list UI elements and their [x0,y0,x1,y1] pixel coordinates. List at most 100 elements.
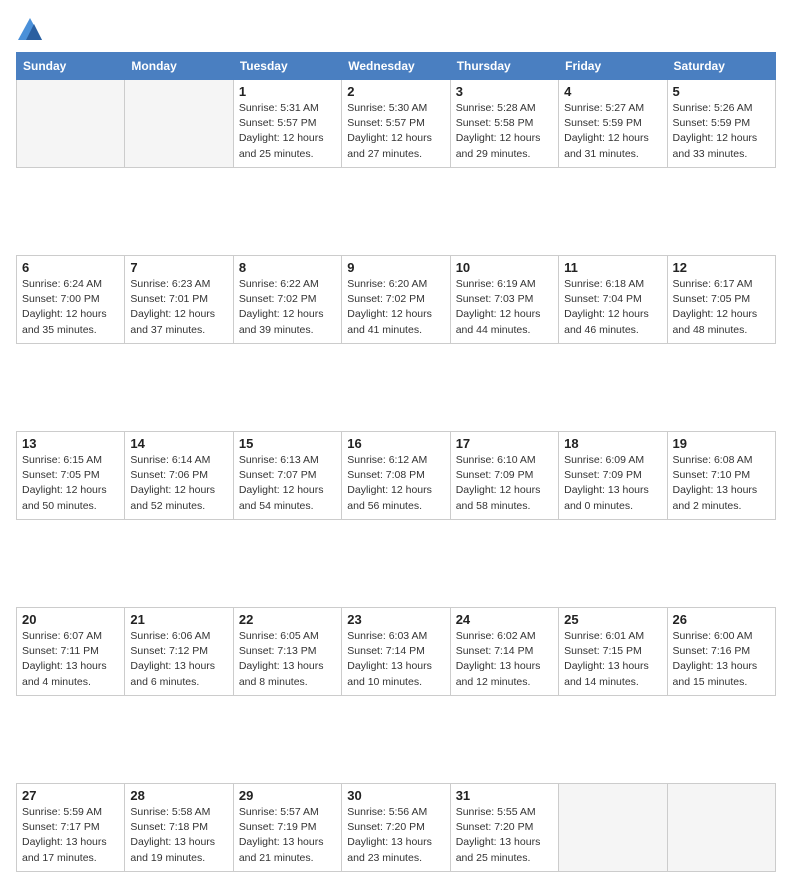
day-number: 18 [564,436,661,451]
day-number: 28 [130,788,227,803]
day-info: Sunrise: 6:05 AM Sunset: 7:13 PM Dayligh… [239,629,336,690]
day-info: Sunrise: 5:56 AM Sunset: 7:20 PM Dayligh… [347,805,444,866]
day-info: Sunrise: 5:31 AM Sunset: 5:57 PM Dayligh… [239,101,336,162]
calendar-week-row: 20 Sunrise: 6:07 AM Sunset: 7:11 PM Dayli… [17,608,776,696]
calendar-cell: 29 Sunrise: 5:57 AM Sunset: 7:19 PM Dayli… [233,784,341,872]
calendar-cell: 2 Sunrise: 5:30 AM Sunset: 5:57 PM Daylig… [342,80,450,168]
day-info: Sunrise: 6:17 AM Sunset: 7:05 PM Dayligh… [673,277,770,338]
day-info: Sunrise: 6:14 AM Sunset: 7:06 PM Dayligh… [130,453,227,514]
day-info: Sunrise: 6:07 AM Sunset: 7:11 PM Dayligh… [22,629,119,690]
day-info: Sunrise: 6:24 AM Sunset: 7:00 PM Dayligh… [22,277,119,338]
day-number: 4 [564,84,661,99]
day-number: 20 [22,612,119,627]
day-info: Sunrise: 6:19 AM Sunset: 7:03 PM Dayligh… [456,277,553,338]
logo [16,16,48,44]
day-number: 24 [456,612,553,627]
calendar-cell: 10 Sunrise: 6:19 AM Sunset: 7:03 PM Dayli… [450,256,558,344]
day-info: Sunrise: 5:30 AM Sunset: 5:57 PM Dayligh… [347,101,444,162]
calendar-cell: 22 Sunrise: 6:05 AM Sunset: 7:13 PM Dayli… [233,608,341,696]
calendar-cell: 24Sunrise: 6:02 AM Sunset: 7:14 PM Dayli… [450,608,558,696]
calendar-cell: 13 Sunrise: 6:15 AM Sunset: 7:05 PM Dayli… [17,432,125,520]
calendar-cell: 17 Sunrise: 6:10 AM Sunset: 7:09 PM Dayli… [450,432,558,520]
calendar-cell: 1Sunrise: 5:31 AM Sunset: 5:57 PM Daylig… [233,80,341,168]
day-number: 2 [347,84,444,99]
day-number: 21 [130,612,227,627]
day-number: 30 [347,788,444,803]
day-number: 29 [239,788,336,803]
day-number: 15 [239,436,336,451]
calendar-cell: 21Sunrise: 6:06 AM Sunset: 7:12 PM Dayli… [125,608,233,696]
calendar-table: SundayMondayTuesdayWednesdayThursdayFrid… [16,52,776,872]
day-info: Sunrise: 6:18 AM Sunset: 7:04 PM Dayligh… [564,277,661,338]
calendar-cell: 25Sunrise: 6:01 AM Sunset: 7:15 PM Dayli… [559,608,667,696]
calendar-cell: 9Sunrise: 6:20 AM Sunset: 7:02 PM Daylig… [342,256,450,344]
week-divider [17,168,776,256]
day-number: 10 [456,260,553,275]
calendar-cell: 19 Sunrise: 6:08 AM Sunset: 7:10 PM Dayli… [667,432,775,520]
day-info: Sunrise: 6:12 AM Sunset: 7:08 PM Dayligh… [347,453,444,514]
day-info: Sunrise: 6:00 AM Sunset: 7:16 PM Dayligh… [673,629,770,690]
calendar-cell [667,784,775,872]
day-info: Sunrise: 5:28 AM Sunset: 5:58 PM Dayligh… [456,101,553,162]
day-info: Sunrise: 5:55 AM Sunset: 7:20 PM Dayligh… [456,805,553,866]
weekday-header: Sunday [17,53,125,80]
day-info: Sunrise: 6:13 AM Sunset: 7:07 PM Dayligh… [239,453,336,514]
day-number: 23 [347,612,444,627]
calendar-cell: 26Sunrise: 6:00 AM Sunset: 7:16 PM Dayli… [667,608,775,696]
calendar-cell [559,784,667,872]
calendar-week-row: 27 Sunrise: 5:59 AM Sunset: 7:17 PM Dayli… [17,784,776,872]
weekday-header: Thursday [450,53,558,80]
day-info: Sunrise: 6:23 AM Sunset: 7:01 PM Dayligh… [130,277,227,338]
day-number: 16 [347,436,444,451]
calendar-cell: 4 Sunrise: 5:27 AM Sunset: 5:59 PM Daylig… [559,80,667,168]
calendar-cell: 27 Sunrise: 5:59 AM Sunset: 7:17 PM Dayli… [17,784,125,872]
day-number: 17 [456,436,553,451]
calendar-cell: 14Sunrise: 6:14 AM Sunset: 7:06 PM Dayli… [125,432,233,520]
day-info: Sunrise: 6:08 AM Sunset: 7:10 PM Dayligh… [673,453,770,514]
day-info: Sunrise: 6:20 AM Sunset: 7:02 PM Dayligh… [347,277,444,338]
day-number: 13 [22,436,119,451]
day-info: Sunrise: 6:22 AM Sunset: 7:02 PM Dayligh… [239,277,336,338]
calendar-cell: 18Sunrise: 6:09 AM Sunset: 7:09 PM Dayli… [559,432,667,520]
calendar-cell [125,80,233,168]
day-number: 3 [456,84,553,99]
day-number: 7 [130,260,227,275]
day-number: 5 [673,84,770,99]
calendar-cell: 23 Sunrise: 6:03 AM Sunset: 7:14 PM Dayli… [342,608,450,696]
calendar-week-row: 6 Sunrise: 6:24 AM Sunset: 7:00 PM Daylig… [17,256,776,344]
day-info: Sunrise: 6:10 AM Sunset: 7:09 PM Dayligh… [456,453,553,514]
day-number: 12 [673,260,770,275]
calendar-cell: 7 Sunrise: 6:23 AM Sunset: 7:01 PM Daylig… [125,256,233,344]
logo-icon [16,16,44,44]
day-number: 31 [456,788,553,803]
day-number: 27 [22,788,119,803]
calendar-cell: 31 Sunrise: 5:55 AM Sunset: 7:20 PM Dayli… [450,784,558,872]
calendar-header-row: SundayMondayTuesdayWednesdayThursdayFrid… [17,53,776,80]
day-info: Sunrise: 6:15 AM Sunset: 7:05 PM Dayligh… [22,453,119,514]
calendar-cell: 20 Sunrise: 6:07 AM Sunset: 7:11 PM Dayli… [17,608,125,696]
calendar-cell [17,80,125,168]
week-divider [17,520,776,608]
calendar-cell: 6 Sunrise: 6:24 AM Sunset: 7:00 PM Daylig… [17,256,125,344]
calendar-cell: 3 Sunrise: 5:28 AM Sunset: 5:58 PM Daylig… [450,80,558,168]
calendar-cell: 11Sunrise: 6:18 AM Sunset: 7:04 PM Dayli… [559,256,667,344]
day-info: Sunrise: 5:59 AM Sunset: 7:17 PM Dayligh… [22,805,119,866]
day-number: 19 [673,436,770,451]
day-number: 8 [239,260,336,275]
calendar-cell: 28 Sunrise: 5:58 AM Sunset: 7:18 PM Dayli… [125,784,233,872]
day-info: Sunrise: 5:27 AM Sunset: 5:59 PM Dayligh… [564,101,661,162]
day-info: Sunrise: 5:26 AM Sunset: 5:59 PM Dayligh… [673,101,770,162]
day-number: 25 [564,612,661,627]
day-info: Sunrise: 5:57 AM Sunset: 7:19 PM Dayligh… [239,805,336,866]
day-info: Sunrise: 6:03 AM Sunset: 7:14 PM Dayligh… [347,629,444,690]
day-number: 22 [239,612,336,627]
page-header [16,16,776,44]
calendar-week-row: 1Sunrise: 5:31 AM Sunset: 5:57 PM Daylig… [17,80,776,168]
calendar-week-row: 13 Sunrise: 6:15 AM Sunset: 7:05 PM Dayli… [17,432,776,520]
weekday-header: Friday [559,53,667,80]
week-divider [17,344,776,432]
day-info: Sunrise: 5:58 AM Sunset: 7:18 PM Dayligh… [130,805,227,866]
calendar-cell: 5 Sunrise: 5:26 AM Sunset: 5:59 PM Daylig… [667,80,775,168]
week-divider [17,696,776,784]
day-number: 6 [22,260,119,275]
